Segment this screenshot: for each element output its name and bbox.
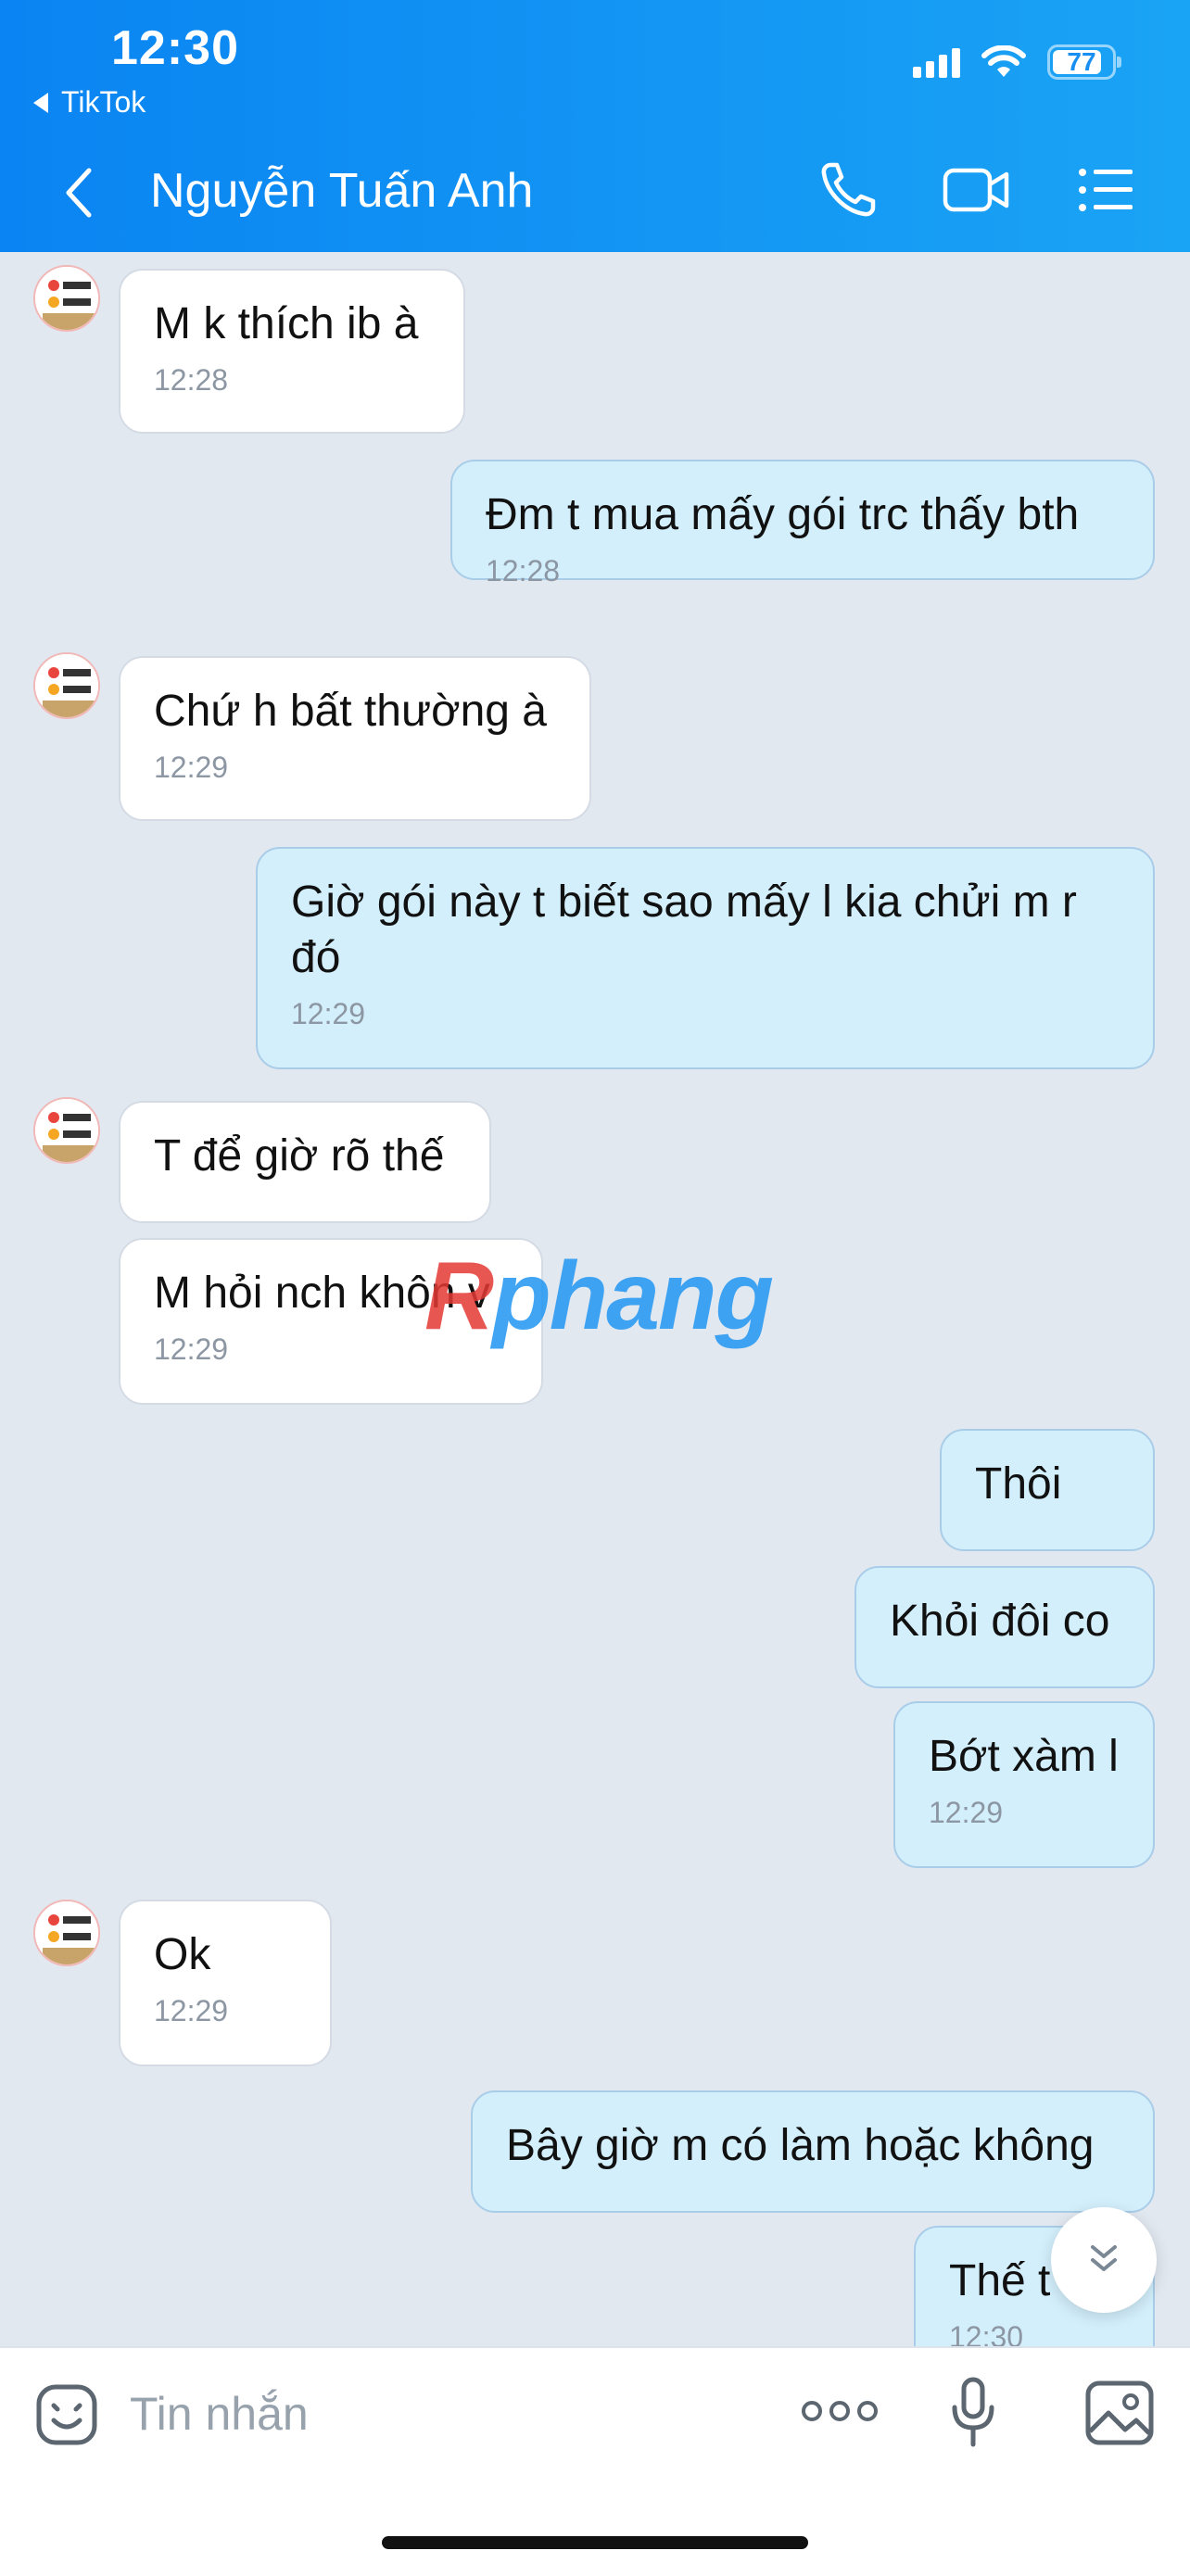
message-text: M k thích ib à — [154, 299, 419, 348]
message-text: Thôi — [975, 1459, 1062, 1509]
watermark-logo: Rphang — [424, 1243, 774, 1350]
message-text: Ok — [154, 1930, 211, 1979]
contact-name[interactable]: Nguyễn Tuấn Anh — [150, 163, 533, 219]
video-call-icon[interactable] — [942, 159, 1012, 221]
message-time: 12:29 — [291, 997, 366, 1030]
incoming-message[interactable]: T để giờ rõ thế — [119, 1101, 491, 1223]
battery-percent: 77 — [1067, 47, 1096, 76]
double-chevron-down-icon — [1091, 2245, 1117, 2271]
contact-avatar[interactable] — [33, 652, 100, 719]
message-time: 12:29 — [154, 1994, 229, 2027]
sticker-emoji-icon[interactable] — [33, 2381, 100, 2448]
outgoing-message[interactable]: Đm t mua mấy gói trc thấy bth 12:28 — [450, 460, 1155, 587]
cellular-signal-icon — [913, 46, 960, 78]
message-text: Đm t mua mấy gói trc thấy bth — [486, 490, 1080, 539]
chat-header: 12:30 TikTok 77 Nguyễn Tuấn Anh — [0, 0, 1190, 252]
outgoing-message[interactable]: Bớt xàm l 12:29 — [893, 1701, 1155, 1868]
message-time: 12:28 — [486, 554, 561, 587]
outgoing-message[interactable]: Khỏi đôi co — [855, 1566, 1155, 1688]
message-text: Giờ gói này t biết sao mấy l kia chửi m … — [291, 878, 1077, 982]
image-gallery-icon[interactable] — [1084, 2380, 1155, 2446]
phone-icon[interactable] — [817, 159, 879, 221]
message-input[interactable]: Tin nhắn — [130, 2387, 309, 2441]
scroll-to-bottom-button[interactable] — [1051, 2207, 1157, 2313]
contact-avatar[interactable] — [33, 265, 100, 332]
message-time: 12:29 — [929, 1796, 1004, 1829]
message-text: Khỏi đôi co — [890, 1597, 1110, 1646]
back-chevron-icon[interactable] — [57, 165, 98, 221]
contact-avatar[interactable] — [33, 1900, 100, 1966]
menu-list-icon[interactable] — [1075, 159, 1136, 221]
more-options-icon[interactable] — [801, 2393, 879, 2430]
incoming-message[interactable]: Chứ h bất thường à 12:29 — [119, 656, 591, 821]
outgoing-message[interactable]: Thôi — [940, 1429, 1155, 1551]
wifi-icon — [981, 45, 1026, 77]
message-time: 12:30 — [949, 2320, 1024, 2346]
message-text: Chứ h bất thường à — [154, 687, 547, 736]
message-text: Bây giờ m có làm hoặc không — [506, 2121, 1095, 2170]
message-text: T để giờ rõ thế — [154, 1131, 445, 1181]
microphone-icon[interactable] — [949, 2376, 997, 2450]
message-time: 12:29 — [154, 751, 229, 784]
outgoing-message[interactable]: Giờ gói này t biết sao mấy l kia chửi m … — [256, 847, 1155, 1069]
message-time: 12:28 — [154, 363, 229, 397]
outgoing-message[interactable]: Bây giờ m có làm hoặc không — [471, 2090, 1155, 2213]
incoming-message[interactable]: Ok 12:29 — [119, 1900, 332, 2066]
back-to-app-link[interactable]: TikTok — [33, 85, 146, 120]
back-triangle-icon — [33, 92, 48, 113]
back-app-label: TikTok — [61, 85, 146, 119]
battery-icon: 77 — [1047, 44, 1121, 80]
status-icons: 77 — [913, 44, 1121, 80]
status-time: 12:30 — [111, 21, 239, 75]
home-indicator[interactable] — [382, 2536, 808, 2549]
message-text: Bớt xàm l — [929, 1732, 1119, 1781]
incoming-message[interactable]: M k thích ib à 12:28 — [119, 269, 465, 434]
contact-avatar[interactable] — [33, 1097, 100, 1164]
